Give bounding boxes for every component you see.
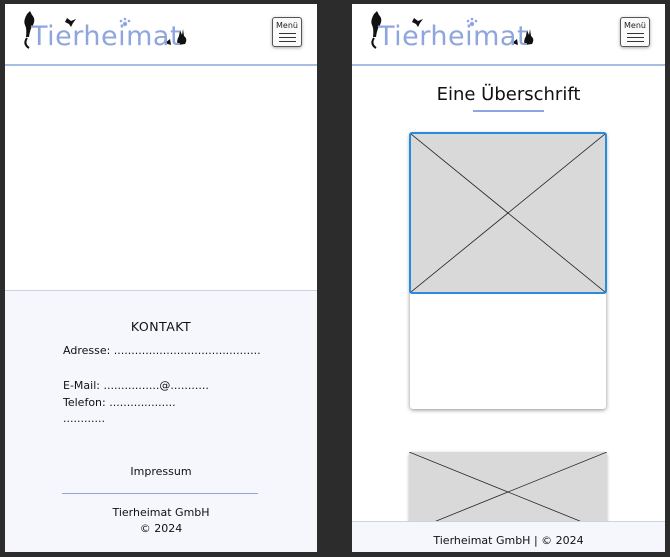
second-card-image-placeholder[interactable] xyxy=(409,452,607,532)
menu-label: Menü xyxy=(624,21,646,30)
logo-text: Tierheimat xyxy=(378,21,529,52)
menu-button[interactable]: Menü xyxy=(620,17,650,47)
footer-divider xyxy=(62,493,258,494)
copyright: © 2024 xyxy=(139,522,183,535)
logo[interactable]: Tierheimat xyxy=(368,10,548,60)
hamburger-menu-icon xyxy=(279,33,296,34)
company-name: Tierheimat GmbH xyxy=(112,506,210,519)
header: Tierheimat Menü xyxy=(352,4,665,66)
header: Tierheimat Menü xyxy=(5,4,317,66)
phone-line[interactable]: Telefon: ................... xyxy=(63,396,176,409)
logo-text: Tierheimat xyxy=(31,21,182,52)
logo[interactable]: Tierheimat xyxy=(21,10,201,60)
contact-title: KONTAKT xyxy=(130,319,192,334)
menu-button[interactable]: Menü xyxy=(272,17,302,47)
card-image-placeholder[interactable] xyxy=(409,132,607,294)
mobile-frame-left: Tierheimat Menü KONTAKT Adresse: .......… xyxy=(5,4,317,552)
impressum-link[interactable]: Impressum xyxy=(5,465,317,478)
footer-bar: Tierheimat GmbH | © 2024 xyxy=(352,521,665,552)
mobile-frame-right: Tierheimat Menü Eine Überschrift Tierhei… xyxy=(352,4,665,552)
page-heading: Eine Überschrift xyxy=(436,84,581,105)
heading-underline xyxy=(473,110,544,112)
image-placeholder-icon xyxy=(411,134,605,292)
hamburger-menu-icon xyxy=(627,33,644,34)
extra-line: ............ xyxy=(63,412,105,425)
image-placeholder-icon xyxy=(409,452,607,532)
contact-footer: KONTAKT Adresse: .......................… xyxy=(5,290,317,552)
footer-text: Tierheimat GmbH | © 2024 xyxy=(433,534,584,547)
address-line: Adresse: ...............................… xyxy=(63,344,261,357)
email-line[interactable]: E-Mail: ................@........... xyxy=(63,379,209,392)
menu-label: Menü xyxy=(276,21,298,30)
